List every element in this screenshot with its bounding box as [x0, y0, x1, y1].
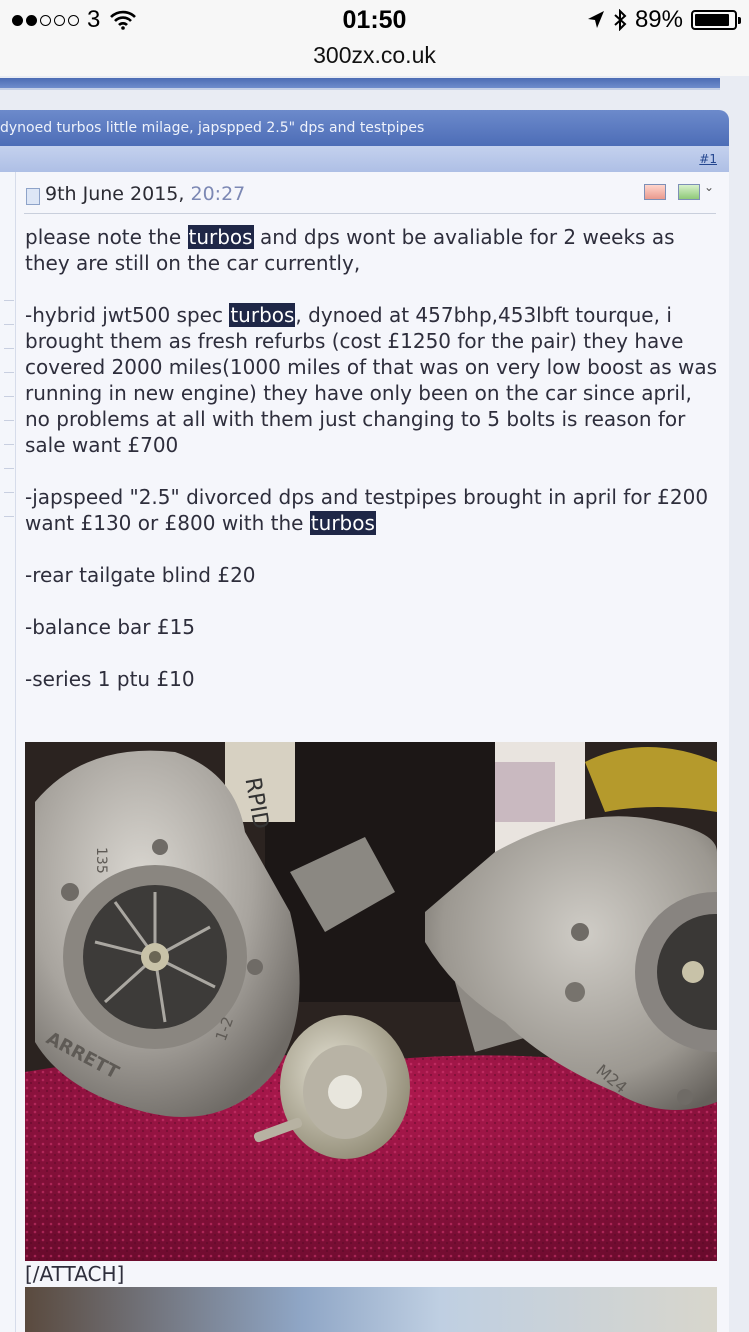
battery-percent: 89% [634, 6, 683, 33]
post-date: 9th June 2015, [45, 183, 185, 205]
divider [4, 444, 14, 445]
attached-photo[interactable]: RPID ARRETT 1-2 135 M24 [25, 742, 717, 1261]
text: please note the [25, 225, 188, 249]
web-page: dynoed turbos little milage, japspped 2.… [0, 76, 749, 1332]
report-post-icon[interactable] [644, 184, 666, 200]
bluetooth-icon [614, 9, 627, 31]
attach-tag: [/ATTACH] [25, 1262, 125, 1286]
divider [4, 324, 14, 325]
post-time: 20:27 [190, 183, 246, 205]
forum-header-band [0, 78, 720, 90]
search-highlight: turbos [187, 225, 254, 249]
attached-photo[interactable] [25, 1287, 717, 1332]
post-options-icon[interactable] [678, 184, 700, 200]
divider [4, 492, 14, 493]
text: -hybrid jwt500 spec [25, 303, 230, 327]
user-info-column [0, 172, 16, 1332]
battery-icon [691, 10, 741, 30]
divider [4, 396, 14, 397]
post-item: -rear tailgate blind £20 [25, 563, 256, 587]
location-arrow-icon [587, 11, 604, 28]
divider [4, 468, 14, 469]
post-item: -balance bar £15 [25, 615, 196, 639]
post-datetime: 9th June 2015, 20:27 [45, 183, 245, 205]
thread-title: dynoed turbos little milage, japspped 2.… [0, 120, 425, 136]
address-bar[interactable]: 300zx.co.uk [0, 40, 749, 76]
post-icon [26, 188, 40, 205]
housing-casting-number: 135 [93, 847, 109, 874]
post-permalink[interactable]: #1 [699, 152, 717, 166]
post-body: please note the turbos and dps wont be a… [25, 224, 721, 718]
post-paragraph: -japspeed "2.5" divorced dps and testpip… [25, 484, 721, 536]
battery-fill [695, 14, 729, 26]
chevron-down-icon[interactable]: ⌄ [704, 180, 714, 194]
divider [4, 516, 14, 517]
divider [4, 300, 14, 301]
post-paragraph: -hybrid jwt500 spec turbos, dynoed at 45… [25, 302, 721, 458]
divider [4, 420, 14, 421]
search-highlight: turbos [309, 511, 376, 535]
post-item: -series 1 ptu £10 [25, 667, 195, 691]
search-highlight: turbos [229, 303, 296, 327]
post: 9th June 2015, 20:27 ⌄ please note the t… [16, 172, 729, 1332]
post-paragraph: please note the turbos and dps wont be a… [25, 224, 721, 276]
divider [4, 348, 14, 349]
thread-title-bar: dynoed turbos little milage, japspped 2.… [0, 110, 729, 146]
post-info-bar: #1 [0, 146, 729, 172]
divider [4, 372, 14, 373]
turbo-photo-illustration: RPID ARRETT 1-2 135 M24 [25, 742, 717, 1261]
post-header: 9th June 2015, 20:27 ⌄ [24, 178, 716, 214]
status-indicators: 89% [587, 6, 741, 34]
status-bar: 3 01:50 89% [0, 0, 749, 40]
